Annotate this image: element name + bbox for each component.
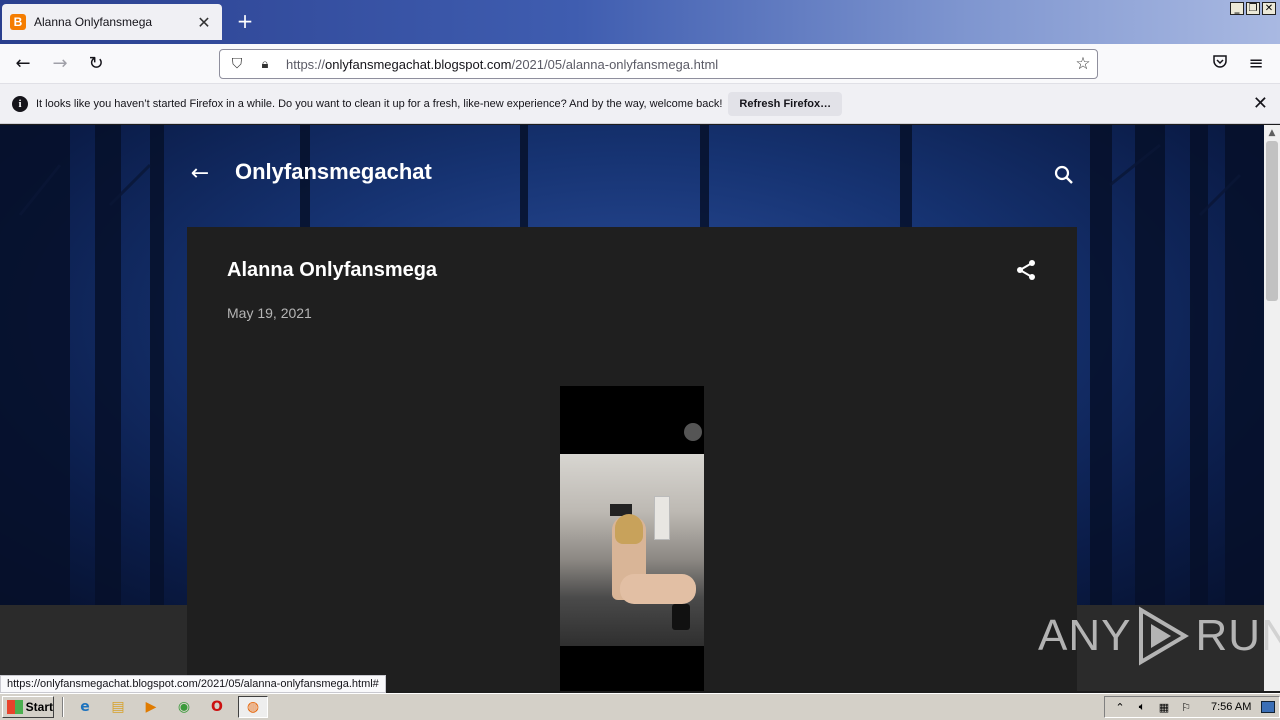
scroll-up-arrow-icon[interactable]: ▲: [1264, 125, 1280, 141]
post-photo: [560, 454, 704, 646]
notification-bar: i It looks like you haven’t started Fire…: [0, 84, 1280, 124]
browser-titlebar: B Alanna Onlyfansmega ✕ + _ ❐ ✕: [0, 0, 1280, 44]
blogger-favicon-icon: B: [10, 14, 26, 30]
bookmark-star-icon[interactable]: ☆: [1069, 54, 1097, 74]
minimize-button[interactable]: _: [1230, 2, 1244, 15]
watermark-right: RUN: [1195, 611, 1280, 660]
blog-title[interactable]: Onlyfansmegachat: [235, 159, 432, 185]
start-button[interactable]: Start: [2, 696, 54, 718]
info-icon: i: [12, 95, 28, 112]
share-icon[interactable]: [1013, 257, 1039, 283]
blog-back-arrow-icon[interactable]: ←: [187, 161, 213, 187]
start-label: Start: [25, 700, 53, 714]
file-explorer-icon[interactable]: ▤: [106, 696, 130, 718]
opera-icon[interactable]: O: [205, 696, 229, 718]
watermark-left: ANY: [1038, 611, 1132, 660]
tracking-shield-icon[interactable]: ⛉: [226, 56, 248, 72]
forward-arrow-icon[interactable]: →: [48, 52, 72, 76]
url-host: onlyfansmegachat.blogspot.com: [325, 56, 512, 72]
url-text[interactable]: https://onlyfansmegachat.blogspot.com/20…: [286, 57, 1069, 72]
tab-title: Alanna Onlyfansmega: [34, 15, 153, 29]
action-center-flag-icon[interactable]: ⚐: [1179, 701, 1193, 714]
anyrun-watermark: ANY RUN: [1038, 606, 1280, 666]
image-badge-icon: [684, 423, 702, 441]
post-card: Alanna Onlyfansmega May 19, 2021: [187, 227, 1077, 691]
internet-explorer-icon[interactable]: e: [73, 696, 97, 718]
tab-close-icon[interactable]: ✕: [194, 13, 214, 32]
reload-icon[interactable]: ↻: [84, 52, 108, 76]
url-scheme: https://: [286, 56, 326, 72]
new-tab-button[interactable]: +: [234, 10, 256, 32]
chrome-icon[interactable]: ◉: [172, 696, 196, 718]
clock[interactable]: 7:56 AM: [1211, 701, 1251, 713]
notification-text: It looks like you haven’t started Firefo…: [36, 97, 723, 110]
post-image[interactable]: [560, 386, 704, 691]
status-url: https://onlyfansmegachat.blogspot.com/20…: [0, 675, 386, 693]
windows-taskbar: Start e ▤ ▶ ◉ O ◍ ⌃ 🔈︎ ▦ ⚐ 7:56 AM: [0, 693, 1280, 720]
lock-icon[interactable]: 🔒︎: [254, 57, 276, 72]
blog-search-icon[interactable]: [1050, 161, 1078, 189]
media-player-icon[interactable]: ▶: [139, 696, 163, 718]
photo-door: [654, 496, 670, 540]
network-icon[interactable]: ▦: [1157, 701, 1171, 714]
photo-sock: [672, 604, 690, 630]
notification-close-icon[interactable]: ✕: [1253, 93, 1268, 114]
play-triangle-icon: [1139, 606, 1190, 666]
scrollbar-thumb[interactable]: [1266, 141, 1278, 301]
system-tray: ⌃ 🔈︎ ▦ ⚐ 7:56 AM: [1104, 696, 1280, 718]
url-bar[interactable]: ⛉ 🔒︎ https://onlyfansmegachat.blogspot.c…: [219, 49, 1098, 79]
restore-button[interactable]: ❐: [1246, 2, 1260, 15]
menu-hamburger-icon[interactable]: ≡: [1244, 52, 1268, 76]
volume-icon[interactable]: 🔈︎: [1135, 700, 1149, 714]
post-title: Alanna Onlyfansmega: [227, 259, 438, 281]
navigation-toolbar: ← → ↻ ⛉ 🔒︎ https://onlyfansmegachat.blog…: [0, 44, 1280, 84]
url-path: /2021/05/alanna-onlyfansmega.html: [511, 56, 719, 72]
close-window-button[interactable]: ✕: [1262, 2, 1276, 15]
tray-expand-icon[interactable]: ⌃: [1113, 701, 1127, 714]
refresh-firefox-button[interactable]: Refresh Firefox…: [728, 91, 843, 116]
taskbar-separator: [62, 697, 64, 717]
post-date: May 19, 2021: [227, 305, 312, 321]
show-desktop-icon[interactable]: [1261, 701, 1276, 713]
tab-active[interactable]: B Alanna Onlyfansmega ✕: [2, 4, 222, 40]
firefox-taskbar-icon[interactable]: ◍: [238, 696, 268, 718]
photo-leg: [620, 574, 696, 604]
photo-hair: [615, 514, 643, 544]
windows-flag-icon: [7, 700, 23, 714]
pocket-icon[interactable]: [1208, 52, 1232, 76]
window-controls: _ ❐ ✕: [1230, 2, 1276, 15]
back-arrow-icon[interactable]: ←: [11, 52, 35, 76]
